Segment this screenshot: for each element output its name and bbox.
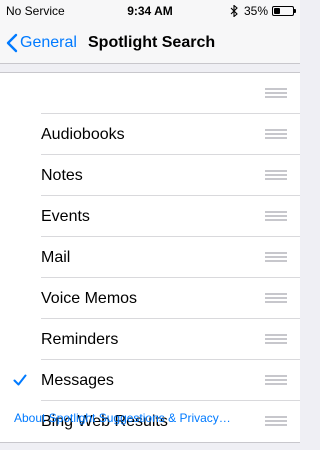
list-item[interactable]: Voice Memos [0, 278, 300, 319]
status-bar: No Service 9:34 AM 35% [0, 0, 300, 22]
chevron-left-icon [6, 33, 18, 52]
bluetooth-icon [230, 5, 238, 17]
list-item-label: Voice Memos [41, 290, 138, 307]
list-item-label: Messages [41, 372, 114, 389]
list-item[interactable]: Mail [0, 237, 300, 278]
list-item[interactable] [0, 73, 300, 114]
battery-nub [294, 9, 296, 13]
reorder-handle-icon[interactable] [265, 251, 287, 263]
spotlight-privacy-link[interactable]: About Spotlight Suggestions & Privacy… [14, 411, 231, 425]
battery-icon [272, 6, 296, 16]
spotlight-category-list: Audiobooks Notes Events Mail Voice Memos Remi… [0, 72, 300, 443]
reorder-handle-icon[interactable] [265, 292, 287, 304]
reorder-handle-icon[interactable] [265, 87, 287, 99]
page-title: Spotlight Search [88, 34, 216, 51]
list-item-label: Notes [41, 167, 83, 184]
reorder-handle-icon[interactable] [265, 128, 287, 140]
list-item-label: Events [41, 208, 90, 225]
back-button[interactable]: General [6, 22, 77, 63]
reorder-handle-icon[interactable] [265, 374, 287, 386]
list-item[interactable]: Audiobooks [0, 114, 300, 155]
back-button-label: General [20, 33, 77, 51]
list-item-label: Audiobooks [41, 126, 125, 143]
navigation-bar: General Spotlight Search [0, 22, 300, 64]
battery-fill [274, 8, 280, 14]
list-item[interactable]: Reminders [0, 319, 300, 360]
reorder-handle-icon[interactable] [265, 333, 287, 345]
list-item[interactable]: Events [0, 196, 300, 237]
list-item-label: Mail [41, 249, 71, 266]
status-right-group: 35% [229, 4, 296, 18]
reorder-handle-icon[interactable] [265, 415, 287, 427]
list-item[interactable]: Messages [0, 360, 300, 401]
checkmark-icon [13, 374, 27, 386]
list-item-label: Reminders [41, 331, 119, 348]
reorder-handle-icon[interactable] [265, 169, 287, 181]
reorder-handle-icon[interactable] [265, 210, 287, 222]
list-item[interactable]: Notes [0, 155, 300, 196]
battery-percent: 35% [243, 4, 268, 18]
